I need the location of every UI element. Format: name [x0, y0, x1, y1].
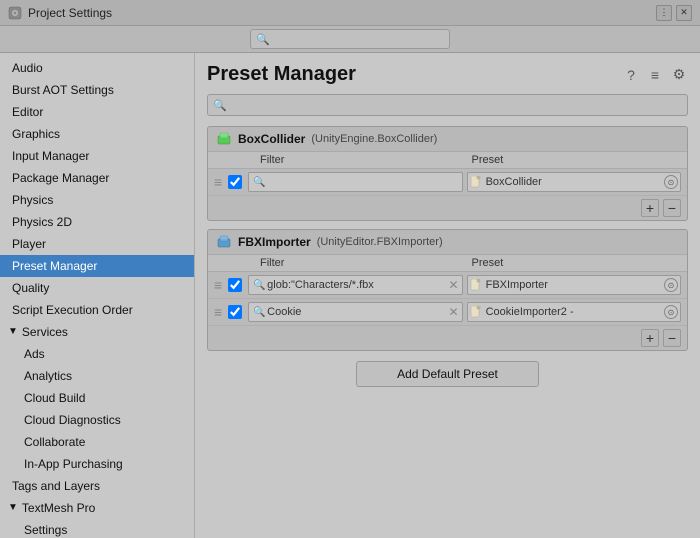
- sidebar-item-textmesh-label: TextMesh Pro: [22, 499, 95, 517]
- fbximporter-section-header: FBXImporter (UnityEditor.FBXImporter): [208, 230, 687, 255]
- filter-input-1[interactable]: [248, 172, 462, 192]
- sidebar-item-quality[interactable]: Quality: [0, 277, 194, 299]
- settings-icon[interactable]: ⚙: [670, 66, 688, 84]
- sidebar-item-graphics[interactable]: Graphics: [0, 123, 194, 145]
- sidebar: Audio Burst AOT Settings Editor Graphics…: [0, 53, 195, 538]
- sidebar-item-tags-layers[interactable]: Tags and Layers: [0, 475, 194, 497]
- sidebar-item-inapp[interactable]: In-App Purchasing: [0, 453, 194, 475]
- remove-row-btn-boxcollider[interactable]: −: [663, 199, 681, 217]
- row-checkbox-3[interactable]: [228, 305, 242, 319]
- sidebar-item-audio[interactable]: Audio: [0, 57, 194, 79]
- preset-col-header-2: Preset: [468, 257, 680, 269]
- filter-clear-icon-3[interactable]: ✕: [449, 305, 459, 319]
- header-icons: ? ≡ ⚙: [622, 66, 688, 84]
- window-controls: ⋮ ✕: [656, 5, 692, 21]
- sidebar-section-textmesh[interactable]: ▼ TextMesh Pro: [0, 497, 194, 519]
- sidebar-section-services[interactable]: ▼ Services: [0, 321, 194, 343]
- sidebar-item-physics[interactable]: Physics: [0, 189, 194, 211]
- filter-input-2[interactable]: [248, 275, 462, 295]
- sidebar-item-editor[interactable]: Editor: [0, 101, 194, 123]
- sidebar-item-textmesh-settings[interactable]: Settings: [0, 519, 194, 538]
- fbximporter-name: FBXImporter: [238, 235, 311, 249]
- preset-section-boxcollider: BoxCollider (UnityEngine.BoxCollider) Fi…: [207, 126, 688, 221]
- sidebar-item-package[interactable]: Package Manager: [0, 167, 194, 189]
- preset-select-btn-1[interactable]: ⊙: [664, 175, 678, 189]
- add-row-btn-boxcollider[interactable]: +: [641, 199, 659, 217]
- remove-row-btn-fbximporter[interactable]: −: [663, 329, 681, 347]
- preset-section-fbximporter: FBXImporter (UnityEditor.FBXImporter) Fi…: [207, 229, 688, 351]
- textmesh-arrow-icon: ▼: [8, 499, 18, 517]
- menu-icon[interactable]: ≡: [646, 66, 664, 84]
- add-default-preset-button[interactable]: Add Default Preset: [356, 361, 539, 387]
- filter-field-3: 🔍 ✕: [248, 302, 462, 322]
- boxcollider-add-remove: + −: [208, 196, 687, 220]
- sidebar-item-analytics[interactable]: Analytics: [0, 365, 194, 387]
- filter-col-header-2: Filter: [216, 257, 468, 269]
- sidebar-item-physics2d[interactable]: Physics 2D: [0, 211, 194, 233]
- help-icon[interactable]: ?: [622, 66, 640, 84]
- filter-field-1: 🔍: [248, 172, 462, 192]
- filter-col-header: Filter: [216, 154, 468, 166]
- sidebar-item-services-label: Services: [22, 323, 68, 341]
- sidebar-item-collaborate[interactable]: Collaborate: [0, 431, 194, 453]
- sidebar-item-preset-manager[interactable]: Preset Manager: [0, 255, 194, 277]
- sidebar-item-ads[interactable]: Ads: [0, 343, 194, 365]
- filter-clear-icon-2[interactable]: ✕: [449, 278, 459, 292]
- preset-col-header: Preset: [468, 154, 680, 166]
- page-title: Preset Manager: [207, 63, 356, 86]
- services-arrow-icon: ▼: [8, 323, 18, 341]
- preset-field-1: ⊙: [467, 172, 681, 192]
- filter-input-3[interactable]: [248, 302, 462, 322]
- sidebar-item-cloud-diagnostics[interactable]: Cloud Diagnostics: [0, 409, 194, 431]
- window-title: Project Settings: [28, 6, 112, 20]
- boxcollider-name: BoxCollider: [238, 132, 305, 146]
- main-container: Audio Burst AOT Settings Editor Graphics…: [0, 53, 700, 538]
- title-bar: Project Settings ⋮ ✕: [0, 0, 700, 26]
- boxcollider-section-header: BoxCollider (UnityEngine.BoxCollider): [208, 127, 687, 152]
- top-search-input[interactable]: [250, 29, 450, 49]
- preset-select-btn-2[interactable]: ⊙: [664, 278, 678, 292]
- sidebar-item-burst[interactable]: Burst AOT Settings: [0, 79, 194, 101]
- add-default-container: Add Default Preset: [207, 361, 688, 387]
- sidebar-item-player[interactable]: Player: [0, 233, 194, 255]
- boxcollider-table-header: Filter Preset: [208, 152, 687, 169]
- content-search-input[interactable]: [207, 94, 688, 116]
- window-icon: [8, 6, 22, 20]
- content-area: Preset Manager ? ≡ ⚙ 🔍: [195, 53, 700, 538]
- fbximporter-type: (UnityEditor.FBXImporter): [317, 236, 443, 248]
- preset-input-3[interactable]: [467, 302, 681, 322]
- preset-select-btn-3[interactable]: ⊙: [664, 305, 678, 319]
- window-close-btn[interactable]: ✕: [676, 5, 692, 21]
- fbximporter-row-1: ≡ 🔍 ✕ ⊙: [208, 272, 687, 299]
- preset-input-1[interactable]: [467, 172, 681, 192]
- drag-handle-icon-3[interactable]: ≡: [214, 304, 222, 320]
- window-menu-btn[interactable]: ⋮: [656, 5, 672, 21]
- preset-input-2[interactable]: [467, 275, 681, 295]
- drag-handle-icon[interactable]: ≡: [214, 174, 222, 190]
- fbximporter-icon: [216, 234, 232, 250]
- sidebar-item-input[interactable]: Input Manager: [0, 145, 194, 167]
- content-header: Preset Manager ? ≡ ⚙: [207, 63, 688, 86]
- fbximporter-row-2: ≡ 🔍 ✕ ⊙: [208, 299, 687, 326]
- row-checkbox-1[interactable]: [228, 175, 242, 189]
- add-row-btn-fbximporter[interactable]: +: [641, 329, 659, 347]
- top-search-icon: 🔍: [256, 33, 270, 46]
- filter-field-2: 🔍 ✕: [248, 275, 462, 295]
- boxcollider-icon: [216, 131, 232, 147]
- preset-field-2: ⊙: [467, 275, 681, 295]
- sidebar-item-cloud-build[interactable]: Cloud Build: [0, 387, 194, 409]
- preset-field-3: ⊙: [467, 302, 681, 322]
- sidebar-item-script-execution[interactable]: Script Execution Order: [0, 299, 194, 321]
- boxcollider-row-1: ≡ 🔍 ⊙: [208, 169, 687, 196]
- drag-handle-icon-2[interactable]: ≡: [214, 277, 222, 293]
- fbximporter-table-header: Filter Preset: [208, 255, 687, 272]
- fbximporter-add-remove: + −: [208, 326, 687, 350]
- boxcollider-title-group: BoxCollider (UnityEngine.BoxCollider): [216, 131, 437, 147]
- fbximporter-title-group: FBXImporter (UnityEditor.FBXImporter): [216, 234, 443, 250]
- row-checkbox-2[interactable]: [228, 278, 242, 292]
- boxcollider-type: (UnityEngine.BoxCollider): [311, 133, 437, 145]
